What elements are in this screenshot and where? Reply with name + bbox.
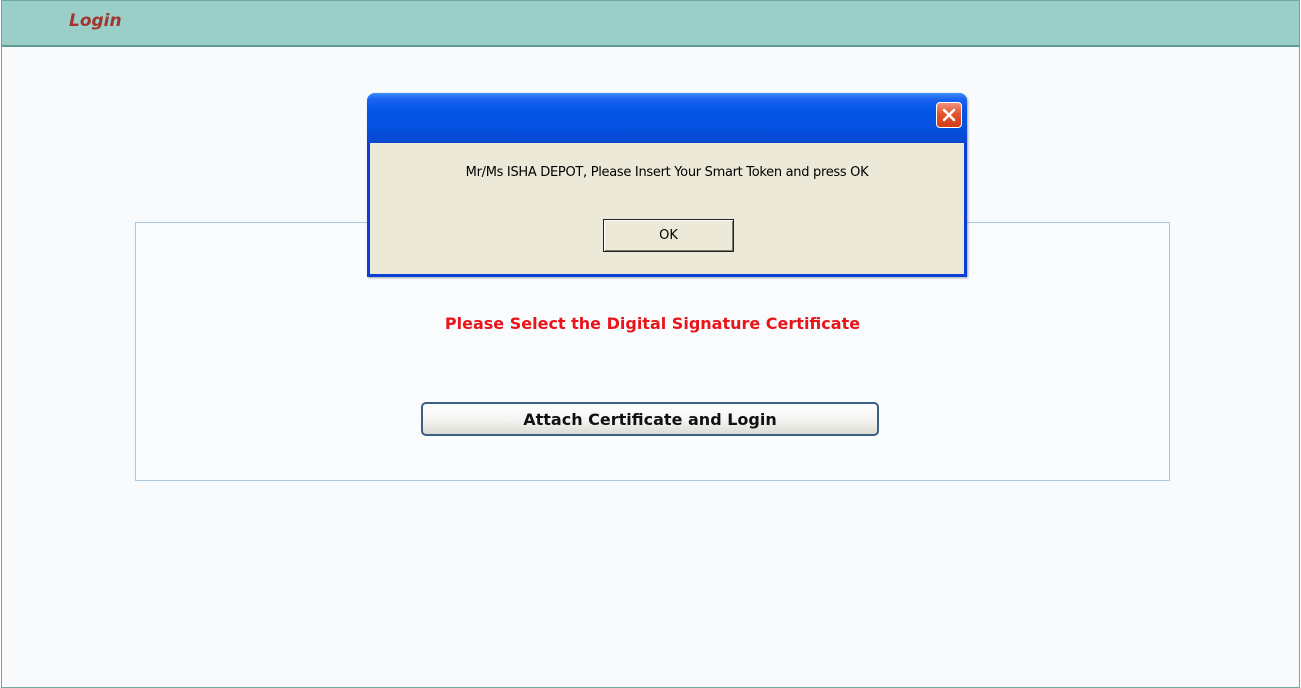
dialog-titlebar[interactable] (367, 93, 967, 143)
dialog-body: Mr/Ms ISHA DEPOT, Please Insert Your Sma… (370, 143, 964, 274)
dialog-message: Mr/Ms ISHA DEPOT, Please Insert Your Sma… (465, 165, 869, 180)
header-bar: Login (2, 1, 1299, 47)
close-icon (942, 108, 956, 122)
attach-certificate-login-button[interactable]: Attach Certificate and Login (421, 402, 879, 436)
page-title: Login (69, 11, 122, 31)
dialog-close-button[interactable] (936, 102, 962, 128)
smart-token-dialog: Mr/Ms ISHA DEPOT, Please Insert Your Sma… (367, 93, 967, 277)
certificate-prompt: Please Select the Digital Signature Cert… (444, 314, 861, 333)
ok-button[interactable]: OK (603, 219, 734, 252)
